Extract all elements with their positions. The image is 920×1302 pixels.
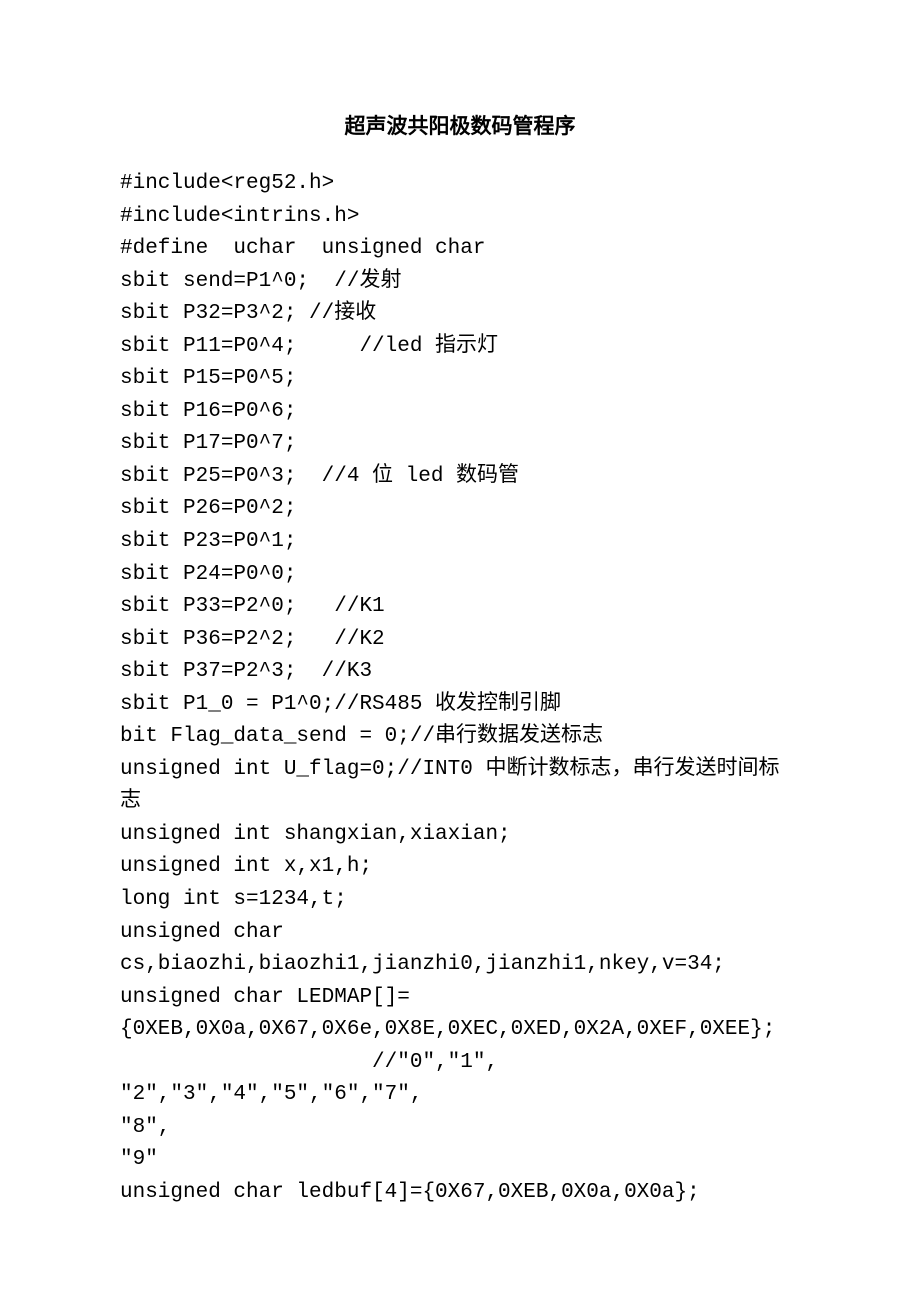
code-line: //"0","1", "2","3","4","5","6","7", xyxy=(120,1047,800,1112)
code-line: {0XEB,0X0a,0X67,0X6e,0X8E,0XEC,0XED,0X2A… xyxy=(120,1014,800,1047)
code-line: sbit P25=P0^3; //4 位 led 数码管 xyxy=(120,461,800,494)
code-line: sbit P15=P0^5; xyxy=(120,363,800,396)
code-line: sbit P17=P0^7; xyxy=(120,428,800,461)
code-line: "8", xyxy=(120,1112,800,1145)
code-line: unsigned int U_flag=0;//INT0 中断计数标志，串行发送… xyxy=(120,754,800,819)
code-line: #include<intrins.h> xyxy=(120,201,800,234)
code-line: sbit P24=P0^0; xyxy=(120,559,800,592)
code-line: unsigned int x,x1,h; xyxy=(120,851,800,884)
code-line: sbit P1_0 = P1^0;//RS485 收发控制引脚 xyxy=(120,689,800,722)
code-line: long int s=1234,t; xyxy=(120,884,800,917)
code-line: sbit P16=P0^6; xyxy=(120,396,800,429)
code-line: sbit P32=P3^2; //接收 xyxy=(120,298,800,331)
code-line: "9" xyxy=(120,1144,800,1177)
code-line: sbit P11=P0^4; //led 指示灯 xyxy=(120,331,800,364)
code-line: unsigned char LEDMAP[]= xyxy=(120,982,800,1015)
code-block: #include<reg52.h>#include<intrins.h>#def… xyxy=(120,168,800,1210)
code-line: sbit P23=P0^1; xyxy=(120,526,800,559)
document-page: 超声波共阳极数码管程序 #include<reg52.h>#include<in… xyxy=(0,0,920,1270)
code-line: unsigned char xyxy=(120,917,800,950)
code-line: unsigned int shangxian,xiaxian; xyxy=(120,819,800,852)
code-line: sbit send=P1^0; //发射 xyxy=(120,266,800,299)
code-line: cs,biaozhi,biaozhi1,jianzhi0,jianzhi1,nk… xyxy=(120,949,800,982)
code-line: #include<reg52.h> xyxy=(120,168,800,201)
code-line: #define uchar unsigned char xyxy=(120,233,800,266)
code-line: sbit P37=P2^3; //K3 xyxy=(120,656,800,689)
code-line: sbit P36=P2^2; //K2 xyxy=(120,624,800,657)
code-line: sbit P33=P2^0; //K1 xyxy=(120,591,800,624)
code-line: unsigned char ledbuf[4]={0X67,0XEB,0X0a,… xyxy=(120,1177,800,1210)
code-line: bit Flag_data_send = 0;//串行数据发送标志 xyxy=(120,721,800,754)
document-title: 超声波共阳极数码管程序 xyxy=(120,110,800,140)
code-line: sbit P26=P0^2; xyxy=(120,493,800,526)
